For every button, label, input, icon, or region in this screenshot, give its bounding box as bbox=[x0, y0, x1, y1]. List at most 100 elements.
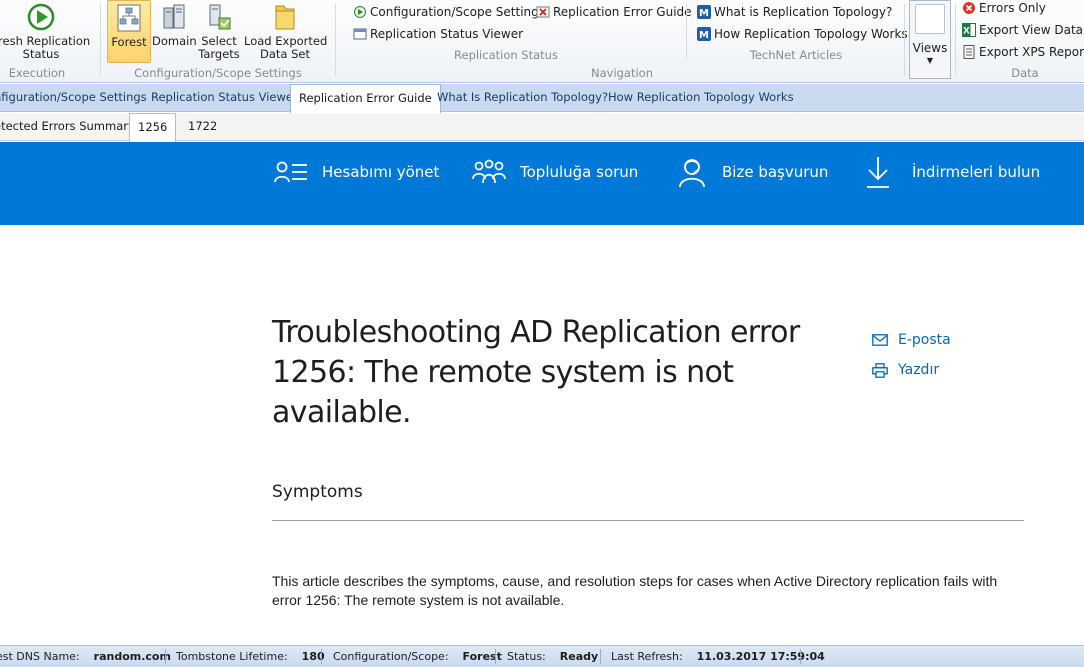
export-xps-reports-button[interactable]: Export XPS Reports bbox=[962, 44, 1084, 60]
symptoms-paragraph: This article describes the symptoms, cau… bbox=[272, 573, 998, 608]
manage-account-link[interactable]: Hesabımı yönet bbox=[274, 156, 439, 188]
status-last-refresh: Last Refresh: 11.03.2017 17:59:04 bbox=[611, 650, 825, 663]
group-label-navigation: Navigation bbox=[590, 66, 654, 80]
settings-gear-icon bbox=[354, 6, 366, 18]
support-banner: Hesabımı yönet Topluluğa sorun Bize başv… bbox=[0, 142, 1084, 225]
replication-status-viewer-button[interactable]: Replication Status Viewer bbox=[353, 26, 523, 42]
ribbon-group-technet: M What is Replication Topology? M How Re… bbox=[688, 0, 908, 82]
select-targets-line1: Select bbox=[201, 34, 237, 48]
technet-icon: M bbox=[697, 27, 711, 41]
refresh-label-line2: Status bbox=[22, 47, 60, 61]
support-agent-icon bbox=[679, 159, 705, 188]
dropdown-arrow-icon: ▼ bbox=[926, 56, 934, 65]
ribbon: fresh Replication Status Execution Fores… bbox=[0, 0, 1084, 83]
replication-error-guide-button[interactable]: Replication Error Guide bbox=[536, 4, 692, 20]
errors-only-label: Errors Only bbox=[979, 1, 1046, 15]
config-scope-settings-button[interactable]: Configuration/Scope Settings bbox=[353, 4, 545, 20]
tombstone-label: Tombstone Lifetime: bbox=[176, 650, 288, 663]
symptoms-heading: Symptoms bbox=[272, 482, 363, 502]
folder-icon bbox=[275, 5, 295, 30]
status-state: Status: Ready bbox=[507, 650, 598, 663]
printer-icon bbox=[872, 362, 888, 378]
forest-dns-label: est DNS Name: bbox=[0, 650, 80, 663]
status-separator bbox=[165, 649, 166, 664]
replication-error-guide-label: Replication Error Guide bbox=[553, 5, 692, 19]
contact-us-link[interactable]: Bize başvurun bbox=[676, 156, 828, 188]
email-link[interactable]: E-posta bbox=[872, 332, 951, 348]
forest-label: Forest bbox=[111, 35, 147, 49]
group-label-execution: Execution bbox=[8, 66, 66, 80]
ribbon-group-config: Forest Domain Select Targets Load Export… bbox=[102, 0, 334, 82]
community-people-icon bbox=[472, 159, 506, 184]
error-guide-icon bbox=[536, 6, 550, 18]
primary-tab-bar: nfiguration/Scope Settings Replication S… bbox=[0, 84, 1084, 113]
tab-replication-status-viewer[interactable]: Replication Status Viewer bbox=[151, 84, 298, 112]
tab-what-is-replication-topology[interactable]: What Is Replication Topology? bbox=[437, 84, 608, 112]
account-list-icon bbox=[274, 161, 307, 183]
error-circle-icon bbox=[963, 2, 975, 14]
email-label: E-posta bbox=[898, 332, 951, 348]
how-replication-topology-works-label: How Replication Topology Works bbox=[714, 27, 908, 41]
svg-text:M: M bbox=[699, 30, 709, 41]
forest-button[interactable]: Forest bbox=[107, 0, 151, 63]
svg-text:M: M bbox=[699, 8, 709, 19]
find-downloads-label: İndirmeleri bulun bbox=[912, 163, 1041, 181]
tab-replication-error-guide[interactable]: Replication Error Guide bbox=[290, 84, 441, 113]
ribbon-group-replication-status: Configuration/Scope Settings Replication… bbox=[336, 0, 692, 82]
what-is-replication-topology-label: What is Replication Topology? bbox=[714, 5, 893, 19]
tab-how-replication-topology-works[interactable]: How Replication Topology Works bbox=[608, 84, 794, 112]
domain-servers-icon bbox=[163, 4, 185, 29]
status-scope: Configuration/Scope: Forest bbox=[333, 650, 502, 663]
ribbon-group-data: Errors Only X Export View Data Export XP… bbox=[956, 0, 1084, 82]
how-replication-topology-works-link[interactable]: M How Replication Topology Works bbox=[697, 26, 908, 42]
views-dropdown[interactable]: Views ▼ bbox=[909, 0, 951, 79]
status-tombstone: Tombstone Lifetime: 180 bbox=[176, 650, 325, 663]
load-exported-line2: Data Set bbox=[260, 47, 310, 61]
scope-label: Configuration/Scope: bbox=[333, 650, 449, 663]
print-link[interactable]: Yazdır bbox=[872, 362, 939, 378]
status-bar: est DNS Name: random.com Tombstone Lifeti… bbox=[0, 645, 1084, 667]
status-value: Ready bbox=[559, 650, 599, 663]
find-downloads-link[interactable]: İndirmeleri bulun bbox=[866, 156, 1040, 188]
tab-error-1722[interactable]: 1722 bbox=[188, 113, 217, 141]
errors-only-button[interactable]: Errors Only bbox=[962, 0, 1046, 16]
group-label-config: Configuration/Scope Settings bbox=[134, 66, 302, 80]
download-arrow-icon bbox=[867, 157, 889, 188]
manage-account-label: Hesabımı yönet bbox=[322, 163, 440, 181]
export-xps-reports-label: Export XPS Reports bbox=[979, 45, 1084, 59]
load-exported-data-set-button[interactable]: Load Exported Data Set bbox=[244, 0, 327, 61]
group-label-data: Data bbox=[1011, 66, 1039, 80]
tab-error-1256[interactable]: 1256 bbox=[129, 113, 177, 142]
refresh-replication-status-button[interactable]: fresh Replication Status bbox=[0, 0, 91, 61]
print-label: Yazdır bbox=[898, 362, 940, 378]
last-refresh-label: Last Refresh: bbox=[611, 650, 683, 663]
select-targets-icon bbox=[209, 4, 231, 30]
svg-text:X: X bbox=[963, 27, 970, 37]
status-label: Status: bbox=[507, 650, 546, 663]
ask-community-link[interactable]: Topluluğa sorun bbox=[472, 156, 638, 188]
views-icon bbox=[915, 4, 945, 34]
domain-button[interactable]: Domain bbox=[152, 0, 197, 48]
ribbon-separator bbox=[904, 4, 905, 76]
refresh-label-line1: fresh Replication bbox=[0, 34, 91, 48]
export-view-data-button[interactable]: X Export View Data bbox=[962, 22, 1083, 38]
status-forest-dns: est DNS Name: random.com bbox=[0, 650, 171, 663]
status-viewer-icon bbox=[353, 28, 367, 40]
ribbon-group-execution: fresh Replication Status Execution bbox=[0, 0, 100, 82]
status-separator bbox=[321, 649, 322, 664]
forest-dns-value: random.com bbox=[93, 650, 171, 663]
select-targets-line2: Targets bbox=[198, 47, 240, 61]
ribbon-separator bbox=[100, 4, 101, 76]
tab-detected-errors-summary[interactable]: etected Errors Summary bbox=[0, 113, 135, 141]
ribbon-separator bbox=[686, 4, 687, 60]
tab-configuration-scope-settings[interactable]: nfiguration/Scope Settings bbox=[0, 84, 147, 112]
play-icon bbox=[27, 3, 55, 31]
what-is-replication-topology-link[interactable]: M What is Replication Topology? bbox=[697, 4, 892, 20]
views-label: Views bbox=[912, 41, 948, 55]
group-label-replication-status: Replication Status bbox=[454, 48, 558, 62]
last-refresh-value: 11.03.2017 17:59:04 bbox=[696, 650, 825, 663]
envelope-icon bbox=[872, 334, 888, 346]
xps-document-icon bbox=[963, 45, 975, 59]
select-targets-button[interactable]: Select Targets bbox=[198, 0, 240, 61]
group-label-technet: TechNet Articles bbox=[749, 48, 843, 62]
